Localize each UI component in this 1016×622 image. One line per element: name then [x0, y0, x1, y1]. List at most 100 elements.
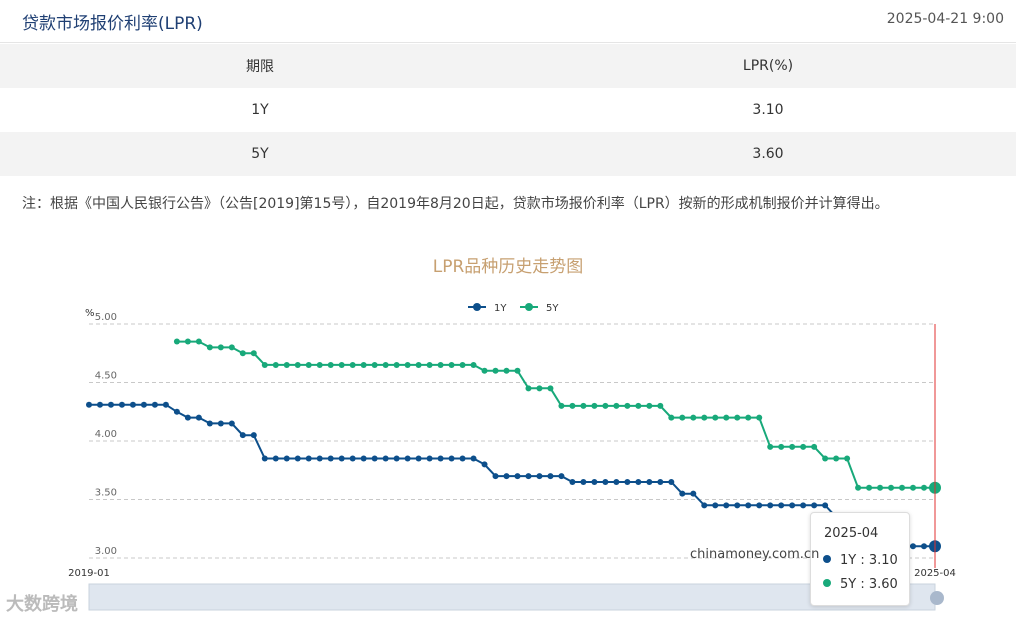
- rate-cell: 3.10: [752, 102, 784, 118]
- data-point-1y: [789, 502, 796, 509]
- data-point-1y: [921, 543, 928, 550]
- data-point-5y: [459, 361, 466, 368]
- data-point-5y: [448, 361, 455, 368]
- tooltip-marker-1y: [823, 555, 831, 563]
- data-point-1y: [558, 473, 565, 480]
- footnote: 注：根据《中国人民银行公告》（公告[2019]第15号），自2019年8月20日…: [22, 196, 889, 212]
- data-point-5y: [580, 402, 587, 409]
- lpr-table: 期限 LPR(%) 1Y 3.10 5Y 3.60: [0, 44, 1016, 176]
- legend-label-1y: 1Y: [494, 303, 507, 314]
- data-point-5y: [184, 338, 191, 345]
- data-point-5y: [239, 350, 246, 357]
- data-point-5y: [217, 344, 224, 351]
- data-point-1y: [690, 490, 697, 497]
- data-point-5y: [910, 484, 917, 491]
- data-point-5y: [613, 402, 620, 409]
- term-cell: 1Y: [251, 102, 269, 118]
- data-point-5y: [756, 414, 763, 421]
- legend-marker-5y: [525, 303, 533, 311]
- data-point-5y: [712, 414, 719, 421]
- data-point-5y: [855, 484, 862, 491]
- data-point-1y: [734, 502, 741, 509]
- zoom-slider-handle[interactable]: [930, 591, 944, 605]
- y-tick-label: 5.00: [95, 312, 117, 323]
- data-point-1y: [503, 473, 510, 480]
- data-point-5y: [492, 367, 499, 374]
- data-point-1y: [569, 478, 576, 485]
- tooltip-marker-5y: [823, 579, 831, 587]
- data-point-5y: [569, 402, 576, 409]
- data-point-1y: [492, 473, 499, 480]
- data-point-1y: [646, 478, 653, 485]
- data-point-1y: [745, 502, 752, 509]
- data-point-5y: [646, 402, 653, 409]
- data-point-1y: [514, 473, 521, 480]
- data-point-5y: [481, 367, 488, 374]
- term-cell: 5Y: [251, 146, 269, 162]
- brand-watermark: 大数跨境: [6, 594, 78, 615]
- data-point-5y: [899, 484, 906, 491]
- tooltip-value-5y: 3.60: [868, 577, 898, 592]
- page-header: 贷款市场报价利率(LPR) 2025-04-21 9:00: [0, 0, 1016, 43]
- data-point-1y: [459, 455, 466, 462]
- data-point-5y: [371, 361, 378, 368]
- update-timestamp: 2025-04-21 9:00: [886, 11, 1004, 27]
- data-point-5y: [470, 361, 477, 368]
- data-point-1y: [602, 478, 609, 485]
- series-line-5y: [176, 340, 935, 489]
- data-point-5y: [514, 367, 521, 374]
- y-axis-label: %: [85, 308, 95, 319]
- data-point-1y: [778, 502, 785, 509]
- x-tick-label: 2019-01: [68, 568, 110, 579]
- data-point-1y: [327, 455, 334, 462]
- data-point-5y: [591, 402, 598, 409]
- data-point-1y: [426, 455, 433, 462]
- data-point-5y: [382, 361, 389, 368]
- data-point-5y: [767, 443, 774, 450]
- data-point-5y: [415, 361, 422, 368]
- data-point-5y: [283, 361, 290, 368]
- data-point-5y: [305, 361, 312, 368]
- page-title: 贷款市场报价利率(LPR): [22, 14, 203, 34]
- data-point-1y: [206, 420, 213, 427]
- data-point-1y: [195, 414, 202, 421]
- data-point-5y: [668, 414, 675, 421]
- data-point-1y: [228, 420, 235, 427]
- data-point-1y: [316, 455, 323, 462]
- data-point-1y: [371, 455, 378, 462]
- y-tick-label: 3.50: [95, 488, 117, 499]
- data-point-1y: [448, 455, 455, 462]
- data-point-1y: [404, 455, 411, 462]
- data-point-5y: [734, 414, 741, 421]
- legend-marker-1y: [473, 303, 481, 311]
- data-point-5y: [657, 402, 664, 409]
- header-lpr: LPR(%): [742, 58, 794, 74]
- tooltip-row-5y: 5Y : 3.60: [823, 577, 898, 592]
- data-point-5y: [877, 484, 884, 491]
- data-point-5y: [228, 344, 235, 351]
- data-point-5y: [624, 402, 631, 409]
- data-point-1y: [822, 502, 829, 509]
- data-point-1y: [481, 461, 488, 468]
- data-point-1y: [305, 455, 312, 462]
- data-point-1y: [118, 401, 125, 408]
- data-point-5y: [206, 344, 213, 351]
- legend-label-5y: 5Y: [546, 303, 559, 314]
- tooltip-row-1y: 1Y : 3.10: [823, 553, 898, 568]
- data-point-5y: [866, 484, 873, 491]
- data-point-1y: [261, 455, 268, 462]
- data-point-5y: [690, 414, 697, 421]
- data-point-1y: [767, 502, 774, 509]
- data-point-1y: [437, 455, 444, 462]
- data-point-5y: [173, 338, 180, 345]
- header-term: 期限: [246, 59, 274, 75]
- data-point-5y: [525, 385, 532, 392]
- data-point-5y: [393, 361, 400, 368]
- data-point-1y: [712, 502, 719, 509]
- data-point-5y: [338, 361, 345, 368]
- data-point-1y: [96, 401, 103, 408]
- table-header-row: 期限 LPR(%): [0, 44, 1016, 88]
- rate-cell: 3.60: [752, 146, 784, 162]
- data-point-5y: [349, 361, 356, 368]
- data-point-1y: [613, 478, 620, 485]
